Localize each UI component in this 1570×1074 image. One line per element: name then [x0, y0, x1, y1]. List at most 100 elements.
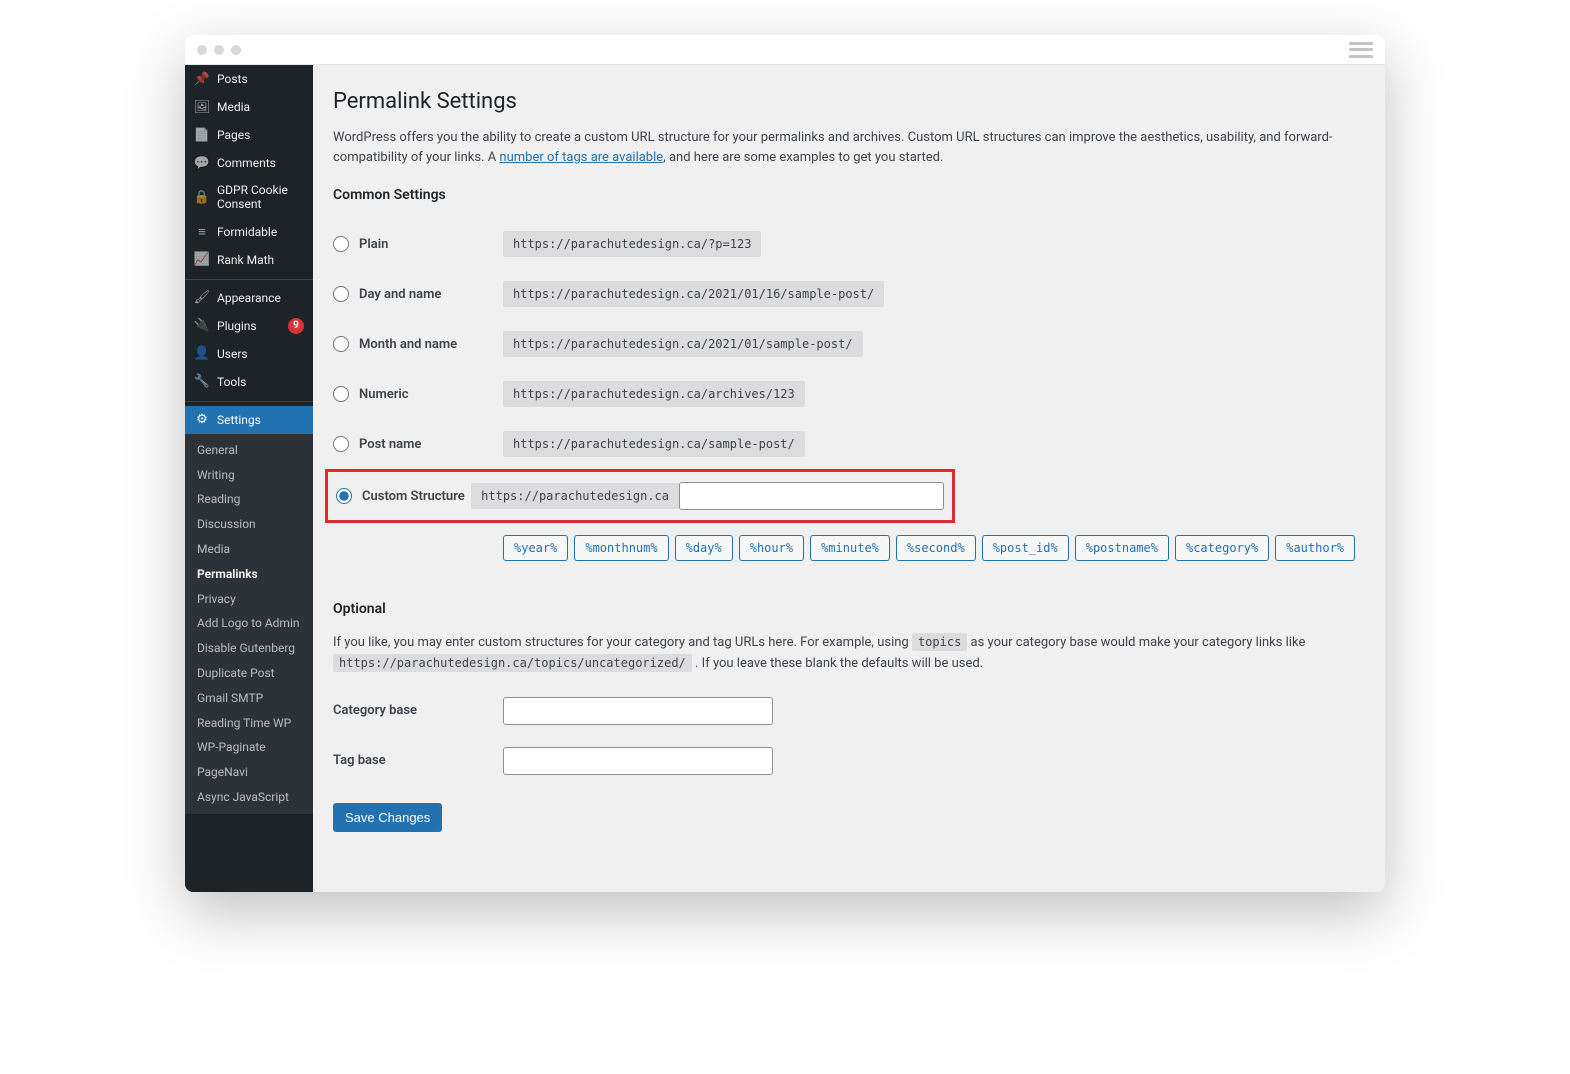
permalink-example: https://parachutedesign.ca/archives/123	[503, 381, 805, 407]
page-description: WordPress offers you the ability to crea…	[333, 128, 1353, 167]
optional-heading: Optional	[333, 601, 1365, 617]
sidebar-item-settings[interactable]: ⚙ Settings	[185, 406, 313, 434]
tag-base-input[interactable]	[503, 747, 773, 775]
sidebar-item-label: Rank Math	[217, 253, 304, 267]
comments-icon: 💬	[194, 155, 210, 171]
permalink-option-row: Post namehttps://parachutedesign.ca/samp…	[333, 419, 1365, 469]
structure-tag-minute[interactable]: %minute%	[810, 535, 890, 561]
submenu-item-reading-time-wp[interactable]: Reading Time WP	[185, 711, 313, 736]
sidebar-item-label: Posts	[217, 72, 304, 86]
optional-description: If you like, you may enter custom struct…	[333, 633, 1365, 675]
radio-post-name[interactable]	[333, 436, 349, 452]
submenu-item-general[interactable]: General	[185, 438, 313, 463]
posts-icon: 📌	[194, 71, 210, 87]
sidebar-item-label: Plugins	[217, 319, 281, 333]
permalink-option-row: Numeric https://parachutedesign.ca/archiv…	[333, 369, 1365, 419]
pages-icon: 📄	[194, 127, 210, 143]
permalink-option-label: Numeric	[359, 387, 409, 402]
submenu-item-permalinks[interactable]: Permalinks	[185, 562, 313, 587]
sidebar-item-posts[interactable]: 📌 Posts	[185, 65, 313, 93]
permalink-example: https://parachutedesign.ca/2021/01/16/sa…	[503, 281, 884, 307]
permalink-option-row: Day and name https://parachutedesign.ca/2…	[333, 269, 1365, 319]
permalink-option-label: Post name	[359, 437, 421, 452]
custom-structure-input[interactable]	[679, 482, 944, 510]
traffic-light-close[interactable]	[197, 45, 207, 55]
sidebar-item-label: Appearance	[217, 291, 304, 305]
sidebar-item-plugins[interactable]: 🔌Plugins9	[185, 312, 313, 340]
users-icon: 👤	[194, 346, 210, 362]
custom-structure-label: Custom Structure	[362, 489, 465, 504]
submenu-item-duplicate-post[interactable]: Duplicate Post	[185, 661, 313, 686]
permalink-example: https://parachutedesign.ca/2021/01/sampl…	[503, 331, 863, 357]
permalink-option-row: Plain https://parachutedesign.ca/?p=123	[333, 219, 1365, 269]
gdpr-cookie-consent-icon: 🔒	[194, 189, 210, 205]
category-base-input[interactable]	[503, 697, 773, 725]
submenu-item-privacy[interactable]: Privacy	[185, 587, 313, 612]
sidebar-item-label: Settings	[217, 413, 304, 427]
structure-tag-category[interactable]: %category%	[1175, 535, 1269, 561]
plugins-icon: 🔌	[194, 318, 210, 334]
submenu-item-writing[interactable]: Writing	[185, 463, 313, 488]
base-url: https://parachutedesign.ca	[471, 483, 679, 509]
structure-tag-second[interactable]: %second%	[896, 535, 976, 561]
structure-tag-year[interactable]: %year%	[503, 535, 568, 561]
tools-icon: 🔧	[194, 374, 210, 390]
sidebar-item-gdpr-cookie-consent[interactable]: 🔒 GDPR Cookie Consent	[185, 177, 313, 218]
submenu-item-gmail-smtp[interactable]: Gmail SMTP	[185, 686, 313, 711]
main-content: Permalink Settings WordPress offers you …	[313, 65, 1385, 892]
traffic-light-minimize[interactable]	[214, 45, 224, 55]
sidebar-item-formidable[interactable]: ≡Formidable	[185, 218, 313, 246]
radio-day-and-name[interactable]	[333, 286, 349, 302]
submenu-item-pagenavi[interactable]: PageNavi	[185, 760, 313, 785]
browser-window: 📌Posts🖼Media📄Pages💬Comments🔒GDPR Cookie …	[185, 35, 1385, 892]
example-url-code: https://parachutedesign.ca/topics/uncate…	[333, 654, 692, 672]
media-icon: 🖼	[194, 99, 210, 115]
sidebar-item-appearance[interactable]: 🖌Appearance	[185, 284, 313, 312]
example-topics-code: topics	[912, 633, 967, 651]
permalink-option-label: Day and name	[359, 287, 441, 302]
permalink-option-label: Plain	[359, 237, 388, 252]
submenu-item-media[interactable]: Media	[185, 537, 313, 562]
sidebar-item-rank-math[interactable]: 📈 Rank Math	[185, 246, 313, 274]
sidebar-item-label: GDPR Cookie Consent	[217, 183, 304, 212]
settings-submenu: GeneralWritingReadingDiscussionMediaPerm…	[185, 434, 313, 814]
radio-custom-structure[interactable]	[336, 488, 352, 504]
submenu-item-async-javascript[interactable]: Async JavaScript	[185, 785, 313, 810]
submenu-item-discussion[interactable]: Discussion	[185, 512, 313, 537]
submenu-item-add-logo-to-admin[interactable]: Add Logo to Admin	[185, 611, 313, 636]
sidebar-item-media[interactable]: 🖼Media	[185, 93, 313, 121]
sidebar-item-tools[interactable]: 🔧 Tools	[185, 368, 313, 396]
sidebar-item-label: Users	[217, 347, 304, 361]
submenu-item-disable-gutenberg[interactable]: Disable Gutenberg	[185, 636, 313, 661]
sidebar-item-comments[interactable]: 💬 Comments	[185, 149, 313, 177]
admin-sidebar: 📌Posts🖼Media📄Pages💬Comments🔒GDPR Cookie …	[185, 65, 313, 892]
common-settings-heading: Common Settings	[333, 187, 1365, 203]
structure-tag-post_id[interactable]: %post_id%	[982, 535, 1069, 561]
hamburger-icon[interactable]	[1349, 42, 1373, 58]
structure-tag-author[interactable]: %author%	[1275, 535, 1355, 561]
sidebar-item-users[interactable]: 👤 Users	[185, 340, 313, 368]
settings-icon: ⚙	[194, 412, 210, 428]
page-title: Permalink Settings	[333, 89, 1365, 114]
structure-tag-hour[interactable]: %hour%	[739, 535, 804, 561]
tags-available-link[interactable]: number of tags are available	[499, 150, 663, 165]
radio-plain[interactable]	[333, 236, 349, 252]
structure-tag-day[interactable]: %day%	[675, 535, 733, 561]
submenu-item-reading[interactable]: Reading	[185, 487, 313, 512]
window-controls	[197, 45, 241, 55]
sidebar-item-label: Tools	[217, 375, 304, 389]
save-changes-button[interactable]: Save Changes	[333, 803, 442, 832]
structure-tag-postname[interactable]: %postname%	[1075, 535, 1169, 561]
structure-tag-monthnum[interactable]: %monthnum%	[574, 535, 668, 561]
radio-month-and-name[interactable]	[333, 336, 349, 352]
rank-math-icon: 📈	[194, 252, 210, 268]
submenu-item-wp-paginate[interactable]: WP-Paginate	[185, 735, 313, 760]
sidebar-item-label: Comments	[217, 156, 304, 170]
traffic-light-zoom[interactable]	[231, 45, 241, 55]
tag-base-label: Tag base	[333, 753, 503, 768]
permalink-example: https://parachutedesign.ca/?p=123	[503, 231, 761, 257]
sidebar-item-pages[interactable]: 📄Pages	[185, 121, 313, 149]
permalink-option-row: Month and namehttps://parachutedesign.ca…	[333, 319, 1365, 369]
radio-numeric[interactable]	[333, 386, 349, 402]
description-text-tail: , and here are some examples to get you …	[663, 150, 943, 165]
